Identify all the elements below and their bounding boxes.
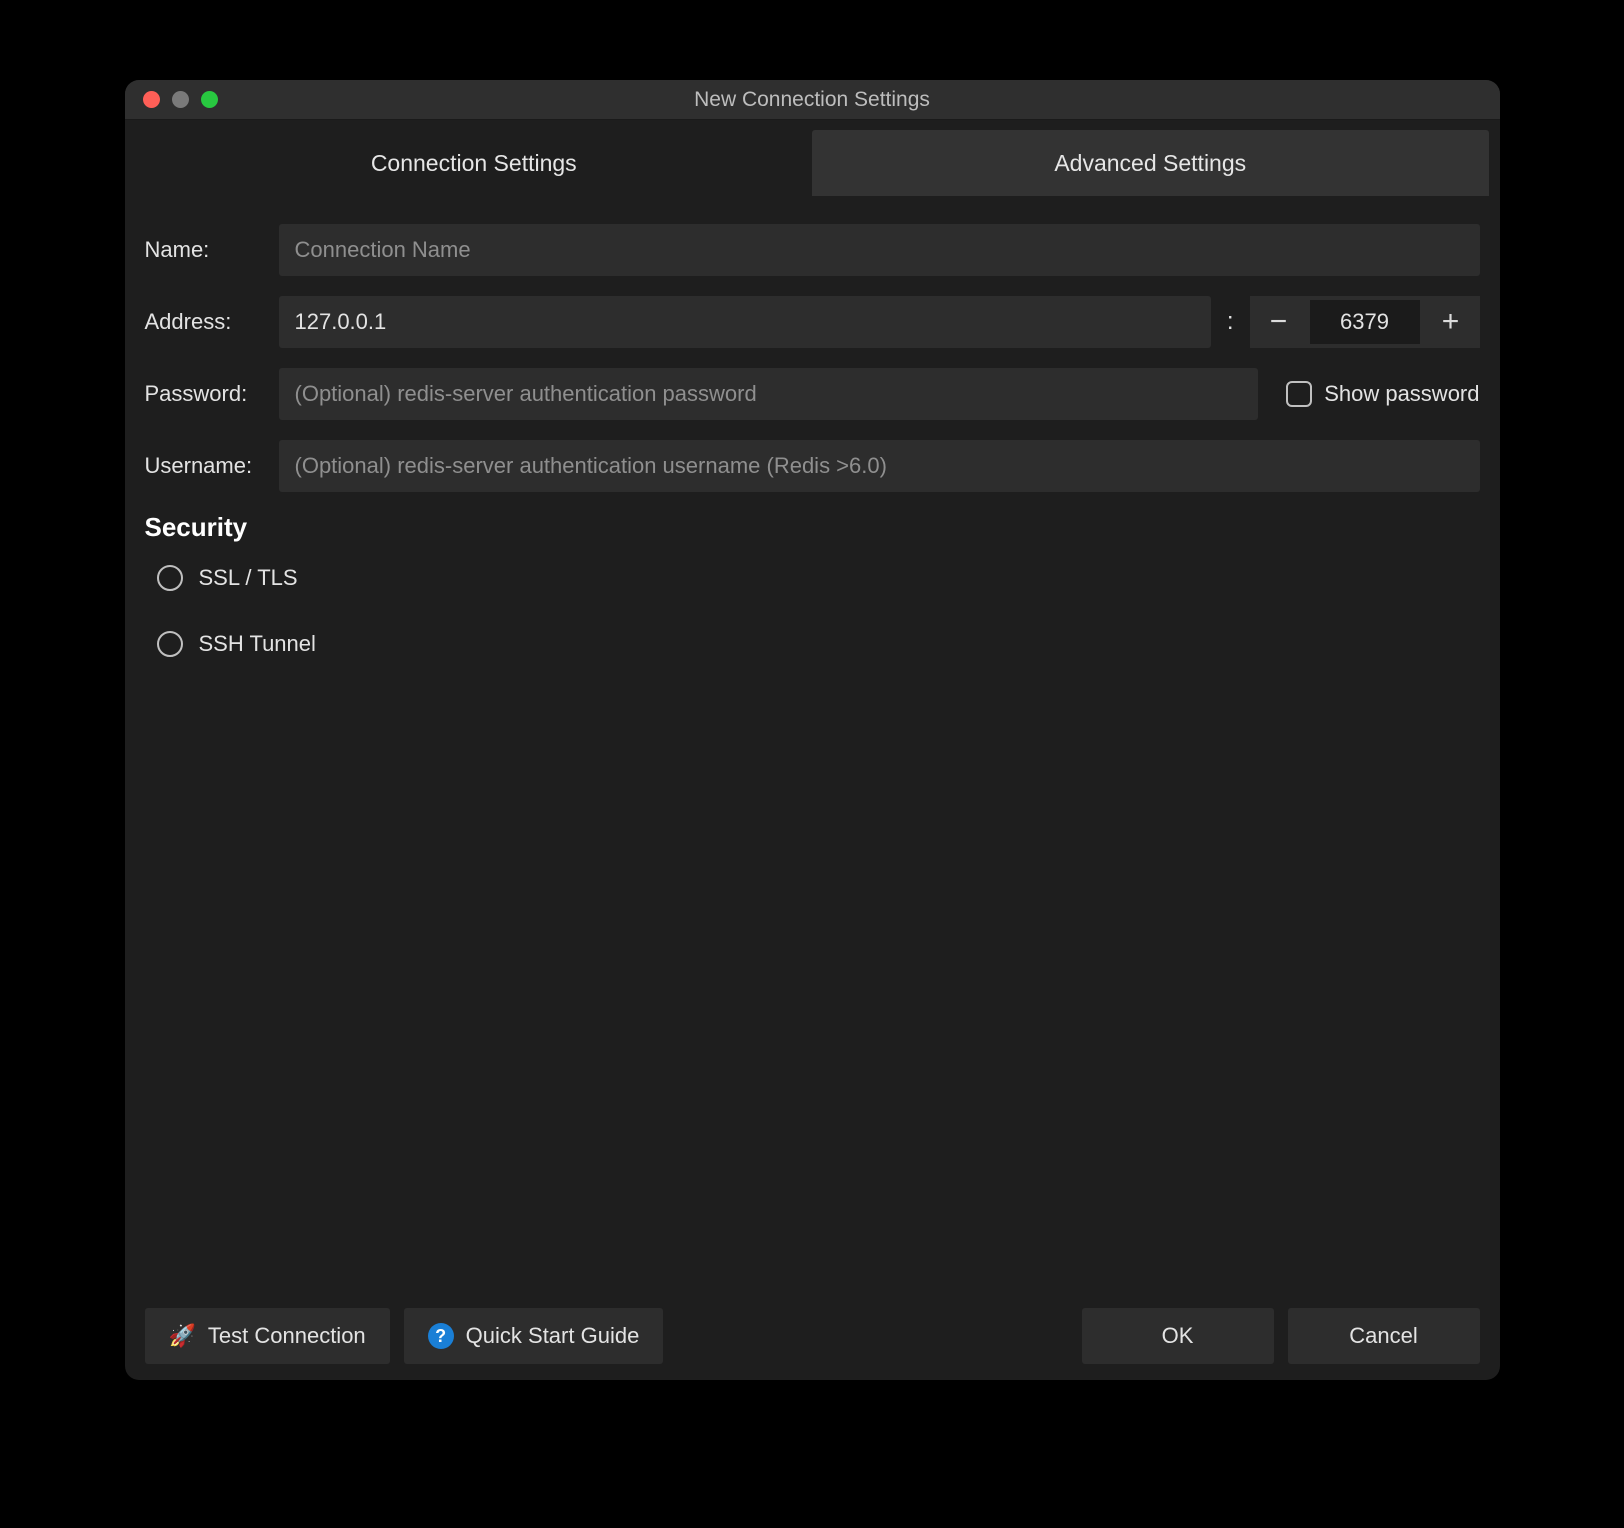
form-content: Name: Address: : − + Password: Show xyxy=(125,196,1500,1296)
cancel-label: Cancel xyxy=(1349,1323,1417,1349)
username-row: Username: xyxy=(145,440,1480,492)
ssl-row: SSL / TLS xyxy=(157,565,1480,591)
close-window-icon[interactable] xyxy=(143,91,160,108)
tab-label: Advanced Settings xyxy=(1054,150,1246,177)
name-input[interactable] xyxy=(279,224,1480,276)
tab-connection-settings[interactable]: Connection Settings xyxy=(136,130,813,196)
rocket-icon: 🚀 xyxy=(169,1323,196,1349)
address-input[interactable] xyxy=(279,296,1211,348)
window-title: New Connection Settings xyxy=(125,88,1500,112)
dialog-footer: 🚀 Test Connection ? Quick Start Guide OK… xyxy=(125,1296,1500,1380)
security-heading: Security xyxy=(145,512,1480,543)
help-icon: ? xyxy=(428,1323,454,1349)
address-label: Address: xyxy=(145,309,265,335)
ok-label: OK xyxy=(1162,1323,1194,1349)
tab-advanced-settings[interactable]: Advanced Settings xyxy=(812,130,1489,196)
maximize-window-icon[interactable] xyxy=(201,91,218,108)
port-input[interactable] xyxy=(1310,300,1420,344)
port-separator: : xyxy=(1225,308,1236,336)
name-row: Name: xyxy=(145,224,1480,276)
test-connection-button[interactable]: 🚀 Test Connection xyxy=(145,1308,390,1364)
test-connection-label: Test Connection xyxy=(208,1323,366,1349)
show-password-checkbox[interactable] xyxy=(1286,381,1312,407)
titlebar: New Connection Settings xyxy=(125,80,1500,120)
ssl-label: SSL / TLS xyxy=(199,565,298,591)
traffic-lights xyxy=(143,91,218,108)
password-row: Password: Show password xyxy=(145,368,1480,420)
cancel-button[interactable]: Cancel xyxy=(1288,1308,1480,1364)
show-password-wrap: Show password xyxy=(1286,381,1479,407)
ssh-row: SSH Tunnel xyxy=(157,631,1480,657)
username-input[interactable] xyxy=(279,440,1480,492)
name-label: Name: xyxy=(145,237,265,263)
password-input[interactable] xyxy=(279,368,1259,420)
tabs: Connection Settings Advanced Settings xyxy=(125,120,1500,196)
quick-start-label: Quick Start Guide xyxy=(466,1323,640,1349)
port-increment-button[interactable]: + xyxy=(1422,296,1480,348)
plus-icon: + xyxy=(1442,305,1460,339)
show-password-label: Show password xyxy=(1324,381,1479,407)
minus-icon: − xyxy=(1270,305,1288,339)
password-label: Password: xyxy=(145,381,265,407)
quick-start-guide-button[interactable]: ? Quick Start Guide xyxy=(404,1308,664,1364)
tab-label: Connection Settings xyxy=(371,150,577,177)
minimize-window-icon xyxy=(172,91,189,108)
new-connection-dialog: New Connection Settings Connection Setti… xyxy=(125,80,1500,1380)
ssh-radio[interactable] xyxy=(157,631,183,657)
ok-button[interactable]: OK xyxy=(1082,1308,1274,1364)
username-label: Username: xyxy=(145,453,265,479)
port-spinbox: − + xyxy=(1250,296,1480,348)
address-row: Address: : − + xyxy=(145,296,1480,348)
ssl-radio[interactable] xyxy=(157,565,183,591)
port-decrement-button[interactable]: − xyxy=(1250,296,1308,348)
ssh-label: SSH Tunnel xyxy=(199,631,316,657)
